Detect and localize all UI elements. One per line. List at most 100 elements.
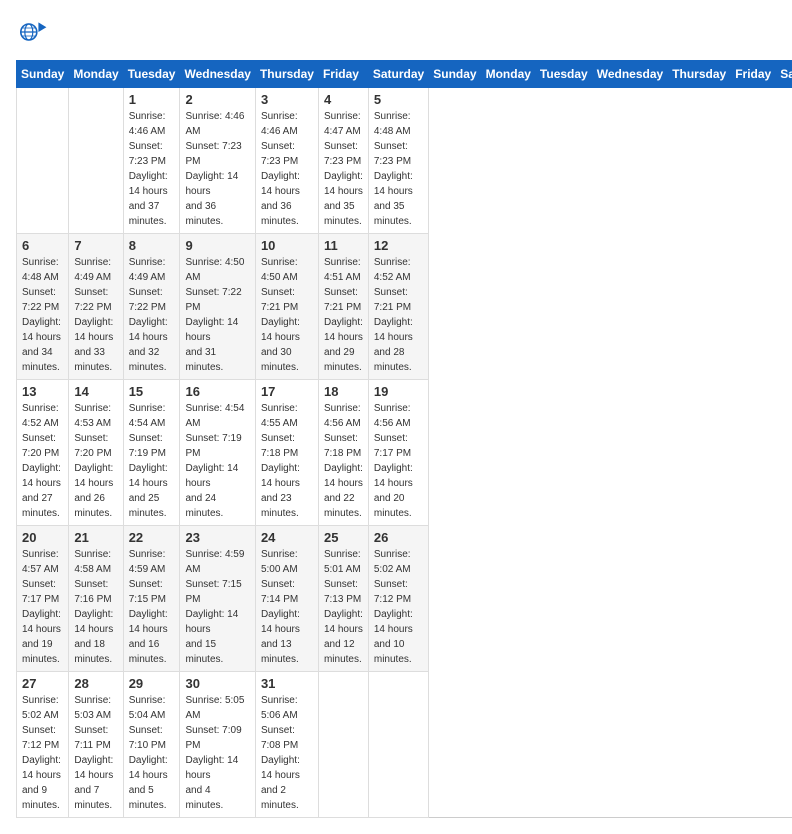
calendar-cell — [368, 672, 428, 818]
day-number: 21 — [74, 530, 117, 545]
day-number: 10 — [261, 238, 313, 253]
day-number: 18 — [324, 384, 363, 399]
day-info: Sunrise: 4:56 AM Sunset: 7:17 PM Dayligh… — [374, 401, 423, 521]
calendar-week-row: 13 Sunrise: 4:52 AM Sunset: 7:20 PM Dayli… — [17, 380, 792, 526]
calendar-cell: 5 Sunrise: 4:48 AM Sunset: 7:23 PM Daylig… — [368, 88, 428, 234]
day-info: Sunrise: 4:50 AM Sunset: 7:22 PM Dayligh… — [185, 255, 249, 375]
day-info: Sunrise: 4:48 AM Sunset: 7:23 PM Dayligh… — [374, 109, 423, 229]
calendar-cell: 7 Sunrise: 4:49 AM Sunset: 7:22 PM Daylig… — [69, 234, 123, 380]
weekday-header-friday: Friday — [318, 61, 368, 88]
day-number: 26 — [374, 530, 423, 545]
day-number: 30 — [185, 676, 249, 691]
day-info: Sunrise: 5:06 AM Sunset: 7:08 PM Dayligh… — [261, 693, 313, 813]
day-info: Sunrise: 5:03 AM Sunset: 7:11 PM Dayligh… — [74, 693, 117, 813]
weekday-header-thursday: Thursday — [668, 61, 731, 88]
calendar-cell: 17 Sunrise: 4:55 AM Sunset: 7:18 PM Dayli… — [255, 380, 318, 526]
day-info: Sunrise: 5:05 AM Sunset: 7:09 PM Dayligh… — [185, 693, 249, 813]
day-info: Sunrise: 4:52 AM Sunset: 7:21 PM Dayligh… — [374, 255, 423, 375]
day-number: 24 — [261, 530, 313, 545]
day-number: 9 — [185, 238, 249, 253]
day-info: Sunrise: 4:53 AM Sunset: 7:20 PM Dayligh… — [74, 401, 117, 521]
calendar-cell: 19 Sunrise: 4:56 AM Sunset: 7:17 PM Dayli… — [368, 380, 428, 526]
calendar-cell: 25 Sunrise: 5:01 AM Sunset: 7:13 PM Dayli… — [318, 526, 368, 672]
day-info: Sunrise: 4:46 AM Sunset: 7:23 PM Dayligh… — [185, 109, 249, 229]
day-info: Sunrise: 4:48 AM Sunset: 7:22 PM Dayligh… — [22, 255, 63, 375]
calendar-week-row: 27 Sunrise: 5:02 AM Sunset: 7:12 PM Dayli… — [17, 672, 792, 818]
day-number: 15 — [129, 384, 175, 399]
calendar-cell: 15 Sunrise: 4:54 AM Sunset: 7:19 PM Dayli… — [123, 380, 180, 526]
calendar-cell: 24 Sunrise: 5:00 AM Sunset: 7:14 PM Dayli… — [255, 526, 318, 672]
weekday-header-saturday: Saturday — [776, 61, 792, 88]
weekday-header-tuesday: Tuesday — [535, 61, 592, 88]
day-info: Sunrise: 5:04 AM Sunset: 7:10 PM Dayligh… — [129, 693, 175, 813]
weekday-header-tuesday: Tuesday — [123, 61, 180, 88]
calendar-cell: 3 Sunrise: 4:46 AM Sunset: 7:23 PM Daylig… — [255, 88, 318, 234]
calendar-cell: 21 Sunrise: 4:58 AM Sunset: 7:16 PM Dayli… — [69, 526, 123, 672]
calendar-cell — [17, 88, 69, 234]
calendar-cell: 6 Sunrise: 4:48 AM Sunset: 7:22 PM Daylig… — [17, 234, 69, 380]
calendar-cell — [318, 672, 368, 818]
calendar-cell: 2 Sunrise: 4:46 AM Sunset: 7:23 PM Daylig… — [180, 88, 255, 234]
day-number: 27 — [22, 676, 63, 691]
calendar-cell: 30 Sunrise: 5:05 AM Sunset: 7:09 PM Dayli… — [180, 672, 255, 818]
day-number: 31 — [261, 676, 313, 691]
calendar-week-row: 6 Sunrise: 4:48 AM Sunset: 7:22 PM Daylig… — [17, 234, 792, 380]
logo-icon — [16, 16, 48, 48]
day-info: Sunrise: 4:54 AM Sunset: 7:19 PM Dayligh… — [129, 401, 175, 521]
day-number: 6 — [22, 238, 63, 253]
day-number: 17 — [261, 384, 313, 399]
calendar-cell: 22 Sunrise: 4:59 AM Sunset: 7:15 PM Dayli… — [123, 526, 180, 672]
day-info: Sunrise: 4:57 AM Sunset: 7:17 PM Dayligh… — [22, 547, 63, 667]
calendar-header-row: SundayMondayTuesdayWednesdayThursdayFrid… — [17, 61, 792, 88]
day-number: 13 — [22, 384, 63, 399]
day-info: Sunrise: 4:46 AM Sunset: 7:23 PM Dayligh… — [261, 109, 313, 229]
day-number: 22 — [129, 530, 175, 545]
day-info: Sunrise: 5:02 AM Sunset: 7:12 PM Dayligh… — [22, 693, 63, 813]
day-number: 28 — [74, 676, 117, 691]
day-info: Sunrise: 4:49 AM Sunset: 7:22 PM Dayligh… — [129, 255, 175, 375]
day-info: Sunrise: 4:54 AM Sunset: 7:19 PM Dayligh… — [185, 401, 249, 521]
day-info: Sunrise: 4:47 AM Sunset: 7:23 PM Dayligh… — [324, 109, 363, 229]
day-number: 11 — [324, 238, 363, 253]
weekday-header-sunday: Sunday — [17, 61, 69, 88]
weekday-header-friday: Friday — [731, 61, 776, 88]
day-info: Sunrise: 4:56 AM Sunset: 7:18 PM Dayligh… — [324, 401, 363, 521]
calendar-week-row: 20Sunrise: 4:57 AM Sunset: 7:17 PM Dayli… — [17, 526, 792, 672]
day-number: 25 — [324, 530, 363, 545]
day-number: 2 — [185, 92, 249, 107]
logo — [16, 16, 54, 48]
calendar-cell: 14Sunrise: 4:53 AM Sunset: 7:20 PM Dayli… — [69, 380, 123, 526]
calendar-cell — [69, 88, 123, 234]
calendar-cell: 12 Sunrise: 4:52 AM Sunset: 7:21 PM Dayli… — [368, 234, 428, 380]
weekday-header-monday: Monday — [69, 61, 123, 88]
day-info: Sunrise: 5:00 AM Sunset: 7:14 PM Dayligh… — [261, 547, 313, 667]
day-info: Sunrise: 4:51 AM Sunset: 7:21 PM Dayligh… — [324, 255, 363, 375]
weekday-header-wednesday: Wednesday — [180, 61, 255, 88]
weekday-header-wednesday: Wednesday — [592, 61, 667, 88]
day-number: 16 — [185, 384, 249, 399]
day-number: 4 — [324, 92, 363, 107]
day-info: Sunrise: 4:52 AM Sunset: 7:20 PM Dayligh… — [22, 401, 63, 521]
day-number: 12 — [374, 238, 423, 253]
day-number: 5 — [374, 92, 423, 107]
day-number: 7 — [74, 238, 117, 253]
day-number: 8 — [129, 238, 175, 253]
day-info: Sunrise: 4:49 AM Sunset: 7:22 PM Dayligh… — [74, 255, 117, 375]
day-info: Sunrise: 4:55 AM Sunset: 7:18 PM Dayligh… — [261, 401, 313, 521]
calendar-cell: 4 Sunrise: 4:47 AM Sunset: 7:23 PM Daylig… — [318, 88, 368, 234]
calendar-cell: 27 Sunrise: 5:02 AM Sunset: 7:12 PM Dayli… — [17, 672, 69, 818]
calendar-cell: 13 Sunrise: 4:52 AM Sunset: 7:20 PM Dayli… — [17, 380, 69, 526]
calendar-cell: 26Sunrise: 5:02 AM Sunset: 7:12 PM Dayli… — [368, 526, 428, 672]
calendar-cell: 9 Sunrise: 4:50 AM Sunset: 7:22 PM Daylig… — [180, 234, 255, 380]
calendar-cell: 20Sunrise: 4:57 AM Sunset: 7:17 PM Dayli… — [17, 526, 69, 672]
day-number: 23 — [185, 530, 249, 545]
day-number: 19 — [374, 384, 423, 399]
day-info: Sunrise: 4:46 AM Sunset: 7:23 PM Dayligh… — [129, 109, 175, 229]
calendar-cell: 10 Sunrise: 4:50 AM Sunset: 7:21 PM Dayli… — [255, 234, 318, 380]
day-number: 1 — [129, 92, 175, 107]
day-info: Sunrise: 4:58 AM Sunset: 7:16 PM Dayligh… — [74, 547, 117, 667]
day-info: Sunrise: 4:50 AM Sunset: 7:21 PM Dayligh… — [261, 255, 313, 375]
day-number: 3 — [261, 92, 313, 107]
day-info: Sunrise: 4:59 AM Sunset: 7:15 PM Dayligh… — [129, 547, 175, 667]
day-info: Sunrise: 5:01 AM Sunset: 7:13 PM Dayligh… — [324, 547, 363, 667]
